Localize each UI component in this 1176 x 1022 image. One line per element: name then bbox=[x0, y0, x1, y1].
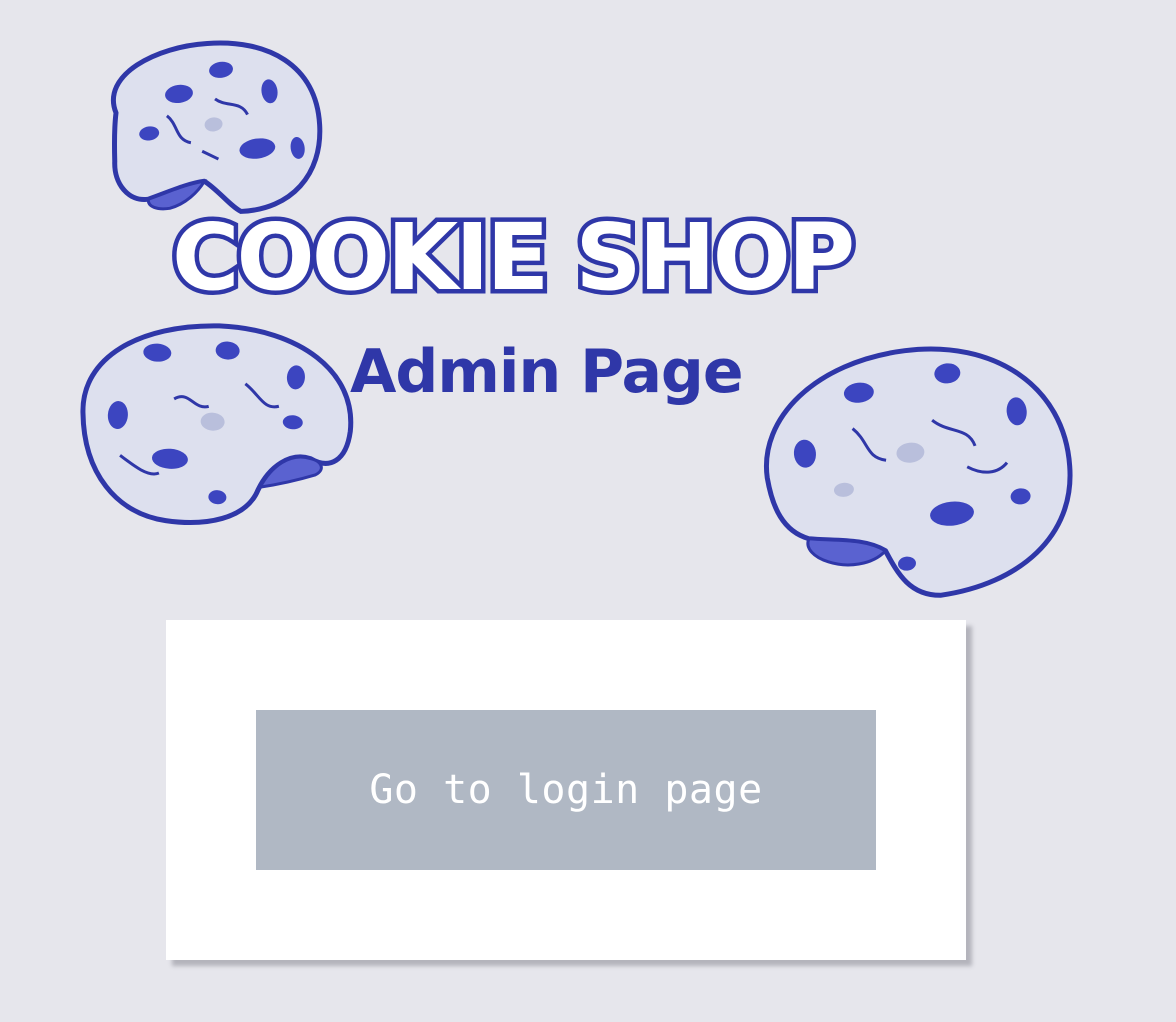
page-title: COOKIE SHOP bbox=[168, 200, 860, 316]
login-card: Go to login page bbox=[166, 620, 966, 960]
page: COOKIE SHOP Admin Page Go to login page bbox=[0, 0, 1176, 1022]
go-to-login-button[interactable]: Go to login page bbox=[256, 710, 876, 870]
cookie-icon bbox=[62, 312, 372, 550]
page-subtitle: Admin Page bbox=[350, 337, 744, 407]
